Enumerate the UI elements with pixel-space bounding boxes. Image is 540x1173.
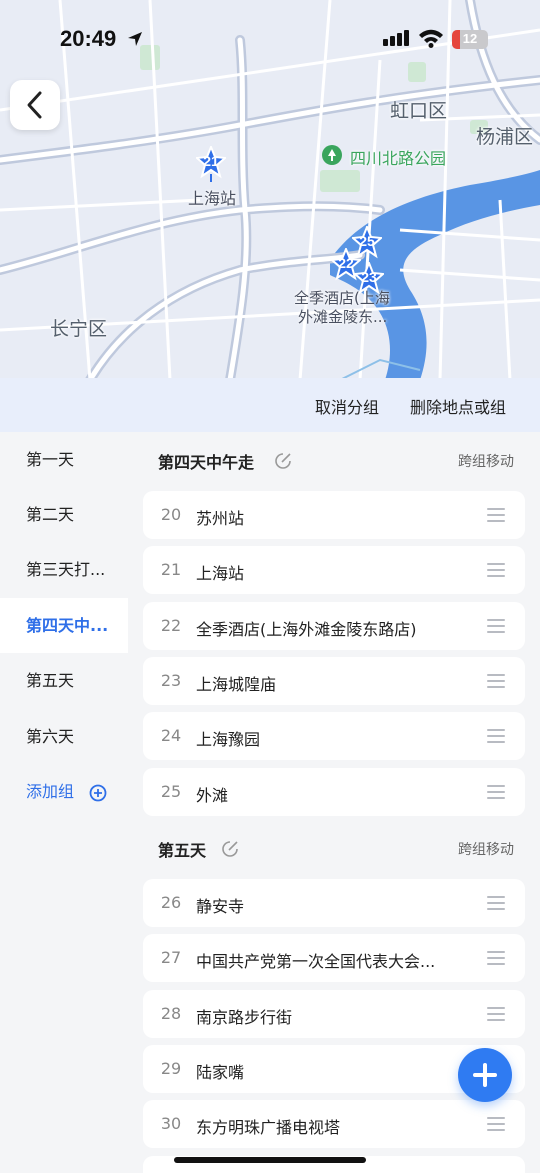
list-item[interactable]: 24 上海豫园 [143, 712, 525, 760]
cellular-signal-icon [383, 30, 409, 46]
item-name: 全季酒店(上海外滩金陵东路店) [196, 620, 417, 639]
action-bar: 取消分组 删除地点或组 [0, 378, 540, 432]
plus-circle-icon [89, 784, 107, 801]
sidebar-item-day5[interactable]: 第五天 [0, 653, 128, 708]
park-icon [322, 145, 342, 165]
map-label-hotel-line2: 外滩金陵东... [298, 308, 388, 326]
map-label-park: 四川北路公园 [350, 149, 447, 168]
list-item[interactable]: 22 全季酒店(上海外滩金陵东路店) [143, 602, 525, 650]
list-item[interactable]: 28 南京路步行街 [143, 990, 525, 1038]
item-number: 26 [160, 893, 182, 912]
item-name: 上海豫园 [196, 730, 261, 749]
map-pin-label: 21 [203, 153, 219, 169]
list-item[interactable]: 21 上海站 [143, 546, 525, 594]
item-number: 20 [160, 505, 182, 524]
item-name: 东方明珠广播电视塔 [196, 1118, 341, 1137]
item-number: 22 [160, 616, 182, 635]
map-label-changning: 长宁区 [50, 318, 108, 340]
item-name: 上海城隍庙 [196, 675, 277, 694]
sidebar-item-day6[interactable]: 第六天 [0, 709, 128, 764]
edit-icon[interactable] [220, 839, 240, 859]
status-bar: 20:49 12 [0, 0, 540, 80]
list-item[interactable]: 26 静安寺 [143, 879, 525, 927]
list-item[interactable]: 25 外滩 [143, 768, 525, 816]
group-header: 第四天中午走 跨组移动 [158, 446, 514, 476]
map-view[interactable]: 20:49 12 虹口区 杨浦区 四川北路公园 上海站 长宁区 全季酒店(上海 … [0, 0, 540, 380]
drag-handle-icon[interactable] [487, 785, 507, 799]
drag-handle-icon[interactable] [487, 1007, 507, 1021]
list-item[interactable]: 23 上海城隍庙 [143, 657, 525, 705]
list-item[interactable]: 30 东方明珠广播电视塔 [143, 1100, 525, 1148]
move-across-groups-button[interactable]: 跨组移动 [458, 839, 514, 859]
drag-handle-icon[interactable] [487, 563, 507, 577]
group-title: 第五天 [158, 841, 207, 860]
map-pin-23[interactable]: 23 [352, 260, 386, 302]
item-name: 外滩 [196, 786, 229, 805]
drag-handle-icon[interactable] [487, 674, 507, 688]
map-pin-label: 25 [359, 233, 375, 249]
item-name: 苏州站 [196, 509, 245, 528]
map-label-shanghai-station: 上海站 [188, 189, 237, 208]
map-label-hongkou: 虹口区 [390, 100, 448, 122]
battery-level: 12 [462, 31, 478, 46]
sidebar-item-day3[interactable]: 第三天打... [0, 542, 128, 597]
group-header: 第五天 跨组移动 [158, 834, 514, 864]
item-name: 陆家嘴 [196, 1063, 245, 1082]
item-number: 23 [160, 671, 182, 690]
day-sidebar: 第一天 第二天 第三天打... 第四天中... 第五天 第六天 添加组 [0, 432, 128, 1173]
drag-handle-icon[interactable] [487, 951, 507, 965]
item-number: 21 [160, 560, 182, 579]
cancel-group-button[interactable]: 取消分组 [315, 394, 379, 418]
item-number: 27 [160, 948, 182, 967]
item-name: 上海站 [196, 564, 245, 583]
sidebar-item-day4[interactable]: 第四天中... [0, 598, 128, 653]
group-title: 第四天中午走 [158, 453, 255, 472]
item-name: 中国共产党第一次全国代表大会... [196, 952, 436, 971]
add-group-label: 添加组 [26, 782, 75, 801]
item-number: 30 [160, 1114, 182, 1133]
wifi-icon [419, 29, 443, 48]
add-place-button[interactable] [458, 1048, 512, 1102]
drag-handle-icon[interactable] [487, 896, 507, 910]
item-number: 28 [160, 1004, 182, 1023]
add-group-button[interactable]: 添加组 [0, 764, 128, 819]
drag-handle-icon[interactable] [487, 1117, 507, 1131]
map-pin-21[interactable]: 21 [194, 144, 228, 186]
drag-handle-icon[interactable] [487, 729, 507, 743]
status-time: 20:49 [60, 26, 117, 51]
item-name: 南京路步行街 [196, 1008, 293, 1027]
edit-icon[interactable] [273, 451, 293, 471]
delete-place-or-group-button[interactable]: 删除地点或组 [410, 394, 506, 418]
item-name: 静安寺 [196, 897, 245, 916]
location-arrow-icon [128, 32, 142, 46]
map-pin-25[interactable]: 25 [350, 224, 384, 266]
move-across-groups-button[interactable]: 跨组移动 [458, 451, 514, 471]
list-item[interactable]: 20 苏州站 [143, 491, 525, 539]
sidebar-item-day1[interactable]: 第一天 [0, 432, 128, 487]
battery-icon: 12 [452, 30, 488, 49]
back-button[interactable] [10, 80, 60, 130]
list-item[interactable]: 27 中国共产党第一次全国代表大会... [143, 934, 525, 982]
screen: 20:49 12 虹口区 杨浦区 四川北路公园 上海站 长宁区 全季酒店(上海 … [0, 0, 540, 1173]
item-number: 25 [160, 782, 182, 801]
drag-handle-icon[interactable] [487, 619, 507, 633]
map-pin-label: 23 [361, 269, 377, 285]
sidebar-item-day2[interactable]: 第二天 [0, 487, 128, 542]
item-number: 24 [160, 726, 182, 745]
home-indicator [174, 1157, 366, 1163]
drag-handle-icon[interactable] [487, 508, 507, 522]
chevron-left-icon [27, 91, 42, 119]
map-label-yangpu: 杨浦区 [476, 126, 534, 148]
item-number: 29 [160, 1059, 182, 1078]
